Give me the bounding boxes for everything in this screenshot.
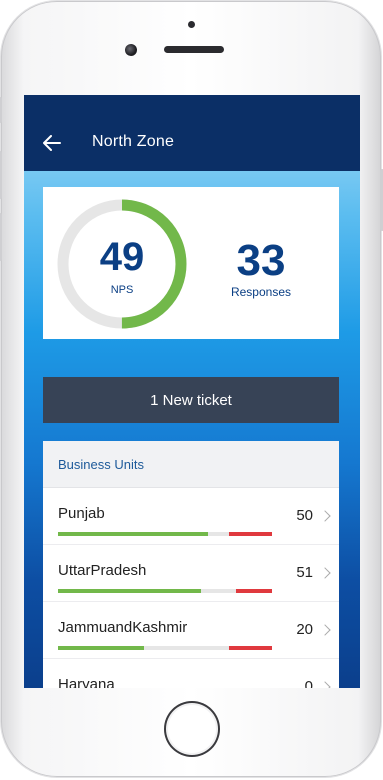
volume-down-button — [0, 213, 2, 261]
volume-up-button — [0, 151, 2, 199]
proximity-sensor — [188, 21, 195, 28]
score-bar — [58, 589, 272, 593]
business-unit-row[interactable]: UttarPradesh 51 — [43, 545, 339, 602]
nps-label: NPS — [110, 284, 134, 296]
home-button[interactable] — [164, 701, 220, 757]
arrow-left-icon[interactable] — [42, 133, 62, 153]
nps-value: 49 — [99, 235, 145, 279]
score-bar-positive — [58, 589, 202, 593]
responses-label: Responses — [230, 285, 292, 299]
business-unit-score: 0 — [304, 678, 313, 688]
business-unit-row[interactable]: Haryana 0 — [43, 659, 339, 688]
score-bar-positive — [58, 646, 144, 650]
business-unit-name: UttarPradesh — [58, 562, 147, 579]
score-bar-negative — [229, 646, 272, 650]
business-unit-score: 51 — [296, 564, 313, 581]
page-title: North Zone — [92, 133, 175, 150]
business-units-panel: Business Units Punjab 50 UttarPradesh 51… — [43, 441, 339, 688]
business-units-header: Business Units — [43, 441, 339, 488]
business-unit-score: 20 — [296, 621, 313, 638]
score-bar-negative — [235, 589, 272, 593]
front-camera — [125, 44, 137, 56]
responses-value: 33 — [236, 236, 286, 285]
chevron-right-icon — [319, 510, 331, 522]
business-unit-name: Punjab — [58, 505, 105, 522]
mute-switch — [0, 97, 2, 123]
chevron-right-icon — [319, 681, 331, 688]
business-unit-name: JammuandKashmir — [58, 619, 188, 636]
new-ticket-button[interactable]: 1 New ticket — [43, 377, 339, 423]
app-bar: North Zone — [24, 95, 360, 171]
business-unit-name: Haryana — [58, 676, 115, 688]
chevron-right-icon — [319, 624, 331, 636]
business-unit-row[interactable]: JammuandKashmir 20 — [43, 602, 339, 659]
business-unit-row[interactable]: Punjab 50 — [43, 488, 339, 545]
score-bar-positive — [58, 532, 208, 536]
nps-summary-card: 49 NPS 33 Responses — [43, 187, 339, 339]
app-screen: North Zone 49 NPS 33 Responses 1 New tic… — [24, 95, 360, 688]
score-bar — [58, 532, 272, 536]
score-bar — [58, 646, 272, 650]
business-unit-score: 50 — [296, 507, 313, 524]
earpiece-speaker — [164, 46, 224, 53]
chevron-right-icon — [319, 567, 331, 579]
score-bar-negative — [229, 532, 272, 536]
